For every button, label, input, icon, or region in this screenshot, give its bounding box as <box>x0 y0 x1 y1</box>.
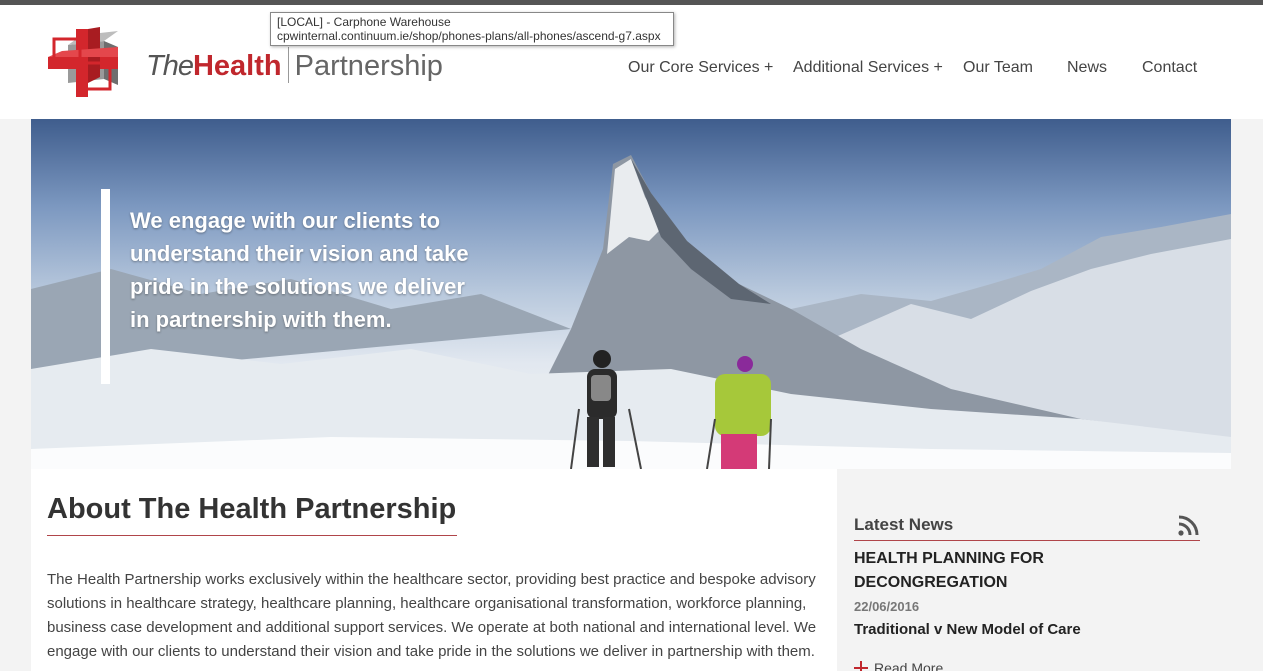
rss-icon[interactable] <box>1177 515 1199 537</box>
link-tooltip: [LOCAL] - Carphone Warehouse cpwinternal… <box>270 12 674 46</box>
nav-additional-services[interactable]: Additional Services + <box>793 59 943 77</box>
about-body: The Health Partnership works exclusively… <box>47 571 817 660</box>
nav-our-team[interactable]: Our Team <box>963 59 1033 77</box>
nav-core-services[interactable]: Our Core Services + <box>628 59 773 77</box>
news-item-date: 22/06/2016 <box>854 599 920 614</box>
hero-quote-bar <box>101 189 110 384</box>
about-title-rule <box>47 535 457 536</box>
main-nav: Our Core Services + Additional Services … <box>0 59 1263 79</box>
about-title: About The Health Partnership <box>47 493 457 525</box>
tooltip-title: [LOCAL] - Carphone Warehouse <box>277 15 451 29</box>
nav-contact[interactable]: Contact <box>1142 59 1197 77</box>
read-more-label: Read More <box>874 660 944 671</box>
latest-news-title: Latest News <box>854 515 954 534</box>
read-more-link[interactable]: Read More <box>854 660 943 671</box>
news-item-subtitle: Traditional v New Model of Care <box>854 621 1081 638</box>
nav-news[interactable]: News <box>1067 59 1107 77</box>
about-section: About The Health Partnership The Health … <box>31 469 837 671</box>
plus-icon <box>854 661 868 671</box>
latest-news-panel: Latest News HEALTH PLANNING FOR DECONGRE… <box>838 469 1214 671</box>
news-item-title[interactable]: HEALTH PLANNING FOR DECONGREGATION <box>854 547 1174 595</box>
latest-news-rule <box>854 540 1200 541</box>
hero-tagline: We engage with our clients to understand… <box>130 208 469 332</box>
hero-banner: We engage with our clients to understand… <box>31 119 1231 469</box>
tooltip-url: cpwinternal.continuum.ie/shop/phones-pla… <box>277 29 661 43</box>
